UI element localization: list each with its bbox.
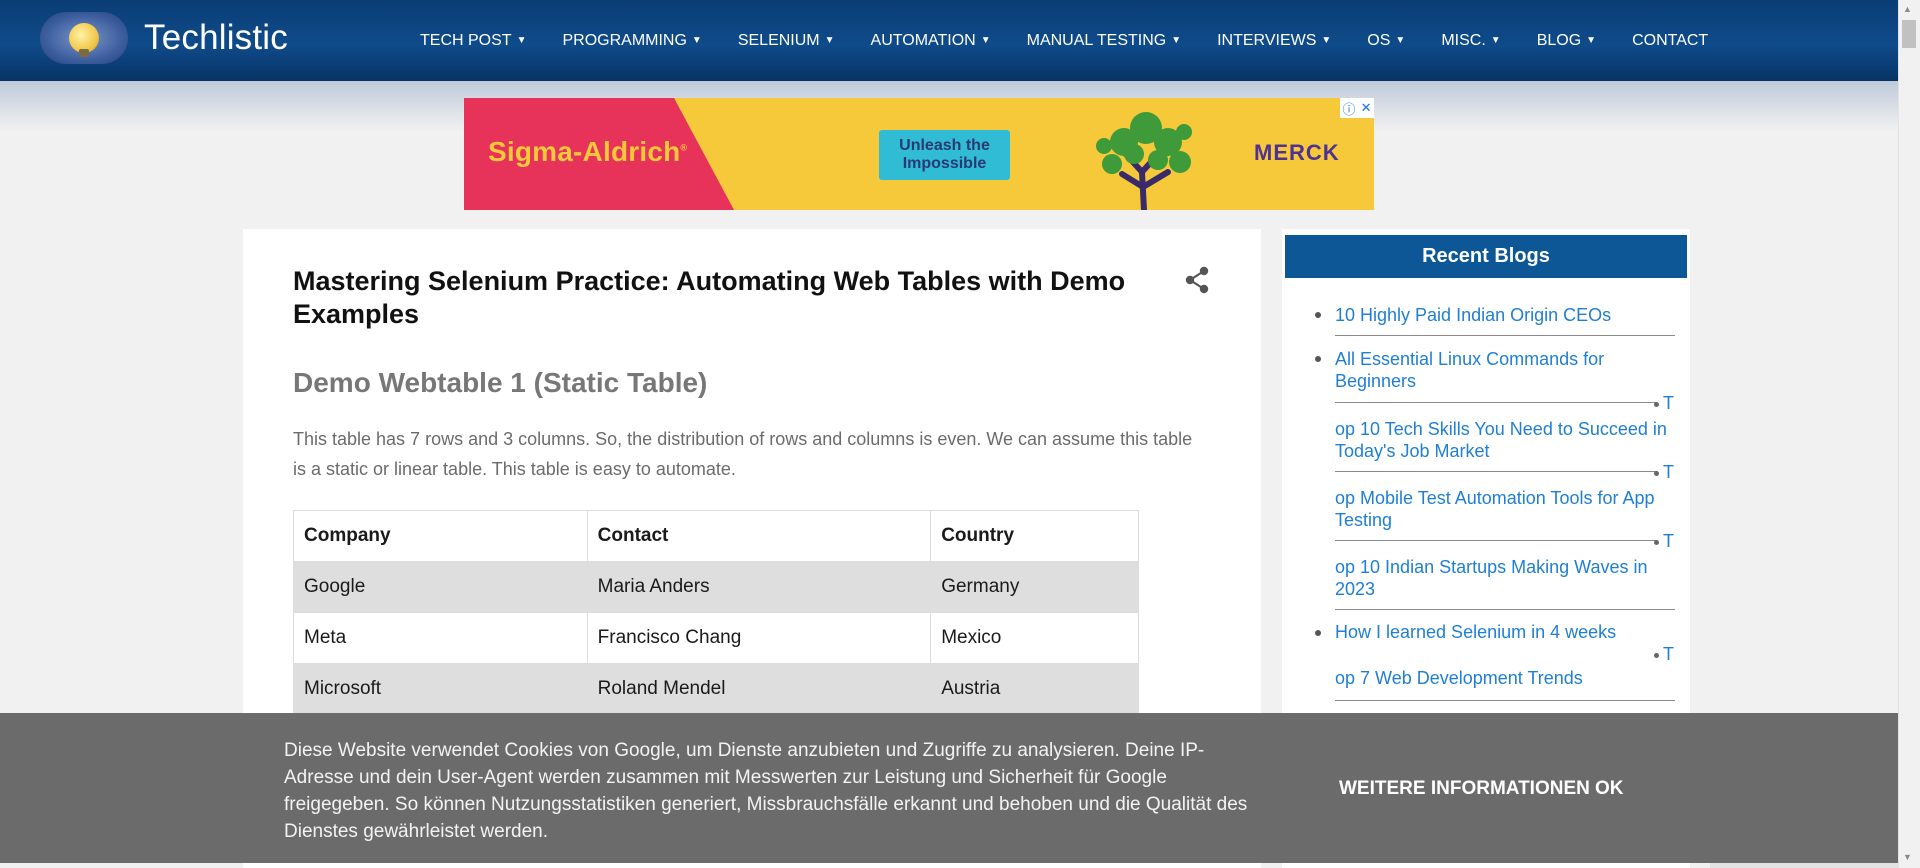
table-cell: Microsoft — [293, 663, 588, 715]
sidebar-blog-link[interactable]: All Essential Linux Commands for Beginne… — [1335, 348, 1675, 392]
sidebar-fragment: T — [1654, 531, 1674, 552]
table-row: Google Maria Anders Germany — [293, 561, 1139, 613]
scroll-thumb[interactable] — [1902, 20, 1916, 48]
site-header: Techlistic TECH POST ▼ PROGRAMMING ▼ SELEN… — [0, 0, 1899, 81]
caret-down-icon: ▼ — [1321, 35, 1332, 46]
table-header-cell: Contact — [586, 510, 932, 562]
divider — [1335, 609, 1675, 610]
divider — [1335, 471, 1657, 472]
section-title: Demo Webtable 1 (Static Table) — [293, 367, 708, 398]
tree-illustration-icon — [1096, 112, 1192, 210]
table-cell: Germany — [930, 561, 1139, 613]
demo-webtable: Company Contact Country Google Maria And… — [293, 510, 1139, 715]
ad-brand-text: Sigma-Aldrich® — [488, 136, 687, 168]
nav-label: MANUAL TESTING — [1026, 31, 1167, 49]
nav-item-automation[interactable]: AUTOMATION ▼ — [871, 32, 991, 50]
table-header-cell: Country — [930, 510, 1139, 562]
caret-down-icon: ▼ — [1586, 35, 1597, 46]
cookie-consent-bar: Diese Website verwendet Cookies von Goog… — [0, 713, 1899, 863]
nav-item-contact[interactable]: CONTACT — [1632, 32, 1708, 50]
ad-info-icon[interactable]: ⓘ — [1343, 99, 1356, 118]
sidebar-blog-link[interactable]: op 7 Web Development Trends — [1335, 667, 1675, 689]
nav-label: BLOG — [1536, 31, 1582, 49]
caret-down-icon: ▼ — [1395, 35, 1406, 46]
ad-cta-button[interactable]: Unleash the Impossible — [879, 130, 1010, 180]
table-header-cell: Company — [293, 510, 588, 562]
divider — [1335, 402, 1657, 403]
ad-controls: ⓘ ✕ — [1340, 98, 1374, 118]
nav-item-misc[interactable]: MISC. ▼ — [1441, 32, 1500, 50]
ok-button[interactable]: OK — [1595, 778, 1624, 800]
table-row: Microsoft Roland Mendel Austria — [293, 663, 1139, 715]
caret-down-icon: ▼ — [691, 35, 702, 46]
nav-label: OS — [1367, 31, 1391, 49]
more-info-button[interactable]: WEITERE INFORMATIONEN — [1339, 778, 1590, 800]
table-cell: Maria Anders — [586, 561, 932, 613]
post-title: Mastering Selenium Practice: Automating … — [293, 266, 1126, 329]
advertisement-banner[interactable]: Sigma-Aldrich® Unleash the Impossible ME… — [464, 98, 1374, 210]
table-row: Meta Francisco Chang Mexico — [293, 612, 1139, 664]
ad-brand-mark: ® — [680, 142, 688, 153]
fragment-letter: T — [1663, 644, 1674, 664]
nav-label: TECH POST — [420, 31, 512, 49]
sidebar-blog-link[interactable]: op 10 Indian Startups Making Waves in 20… — [1335, 556, 1675, 600]
divider — [1335, 335, 1675, 336]
sidebar-blog-link[interactable]: op 10 Tech Skills You Need to Succeed in… — [1335, 418, 1675, 462]
nav-label: MISC. — [1441, 31, 1486, 49]
nav-item-blog[interactable]: BLOG ▼ — [1537, 32, 1596, 50]
bullet-icon — [1315, 312, 1321, 318]
ad-close-icon[interactable]: ✕ — [1361, 100, 1372, 116]
table-cell: Mexico — [930, 612, 1139, 664]
nav-item-interviews[interactable]: INTERVIEWS ▼ — [1217, 32, 1331, 50]
nav-label: AUTOMATION — [870, 31, 976, 49]
section-paragraph: This table has 7 rows and 3 columns. So,… — [293, 429, 1193, 479]
sidebar-fragment: T — [1654, 644, 1674, 665]
sidebar-blog-link[interactable]: How I learned Selenium in 4 weeks — [1335, 621, 1675, 643]
lightbulb-logo-icon — [40, 12, 128, 64]
sidebar-blog-link[interactable]: op Mobile Test Automation Tools for App … — [1335, 487, 1675, 531]
page-scrollbar[interactable]: ▲ ▼ — [1898, 0, 1920, 868]
nav-label: CONTACT — [1632, 31, 1709, 49]
fragment-letter: T — [1663, 462, 1674, 482]
scroll-up-icon[interactable]: ▲ — [1903, 4, 1912, 14]
table-cell: Roland Mendel — [586, 663, 932, 715]
table-cell: Francisco Chang — [586, 612, 932, 664]
site-logo[interactable]: Techlistic — [40, 12, 288, 64]
ad-brand-name: Sigma-Aldrich — [488, 136, 681, 167]
bullet-icon — [1315, 356, 1321, 362]
divider — [1335, 540, 1657, 541]
caret-down-icon: ▼ — [1490, 35, 1501, 46]
nav-item-selenium[interactable]: SELENIUM ▼ — [738, 32, 835, 50]
table-cell: Meta — [293, 612, 588, 664]
caret-down-icon: ▼ — [1171, 35, 1182, 46]
table-cell: Austria — [930, 663, 1139, 715]
nav-item-os[interactable]: OS ▼ — [1367, 32, 1405, 50]
fragment-letter: T — [1663, 531, 1674, 551]
page-bottom-strip — [1710, 863, 1899, 868]
table-cell: Google — [293, 561, 588, 613]
main-nav: TECH POST ▼ PROGRAMMING ▼ SELENIUM ▼ AUTOMA… — [420, 0, 1708, 81]
merck-logo: MERCK — [1254, 140, 1340, 165]
table-header-row: Company Contact Country — [293, 510, 1139, 562]
nav-label: PROGRAMMING — [562, 31, 687, 49]
sidebar-fragment: T — [1654, 462, 1674, 483]
sidebar-blog-link[interactable]: 10 Highly Paid Indian Origin CEOs — [1335, 304, 1675, 326]
caret-down-icon: ▼ — [516, 35, 527, 46]
cookie-message: Diese Website verwendet Cookies von Goog… — [284, 740, 1248, 842]
nav-item-tech-post[interactable]: TECH POST ▼ — [420, 32, 526, 50]
sidebar-fragment: T — [1654, 393, 1674, 414]
sidebar-title: Recent Blogs — [1285, 235, 1687, 278]
divider — [1335, 700, 1675, 701]
site-brand-name[interactable]: Techlistic — [144, 18, 288, 58]
nav-label: INTERVIEWS — [1217, 31, 1317, 49]
caret-down-icon: ▼ — [980, 35, 991, 46]
nav-item-programming[interactable]: PROGRAMMING ▼ — [562, 32, 701, 50]
caret-down-icon: ▼ — [824, 35, 835, 46]
nav-label: SELENIUM — [737, 31, 820, 49]
nav-item-manual-testing[interactable]: MANUAL TESTING ▼ — [1027, 32, 1181, 50]
scroll-down-icon[interactable]: ▼ — [1903, 852, 1912, 862]
share-icon[interactable] — [1183, 265, 1211, 295]
bullet-icon — [1315, 630, 1321, 636]
fragment-letter: T — [1663, 393, 1674, 413]
